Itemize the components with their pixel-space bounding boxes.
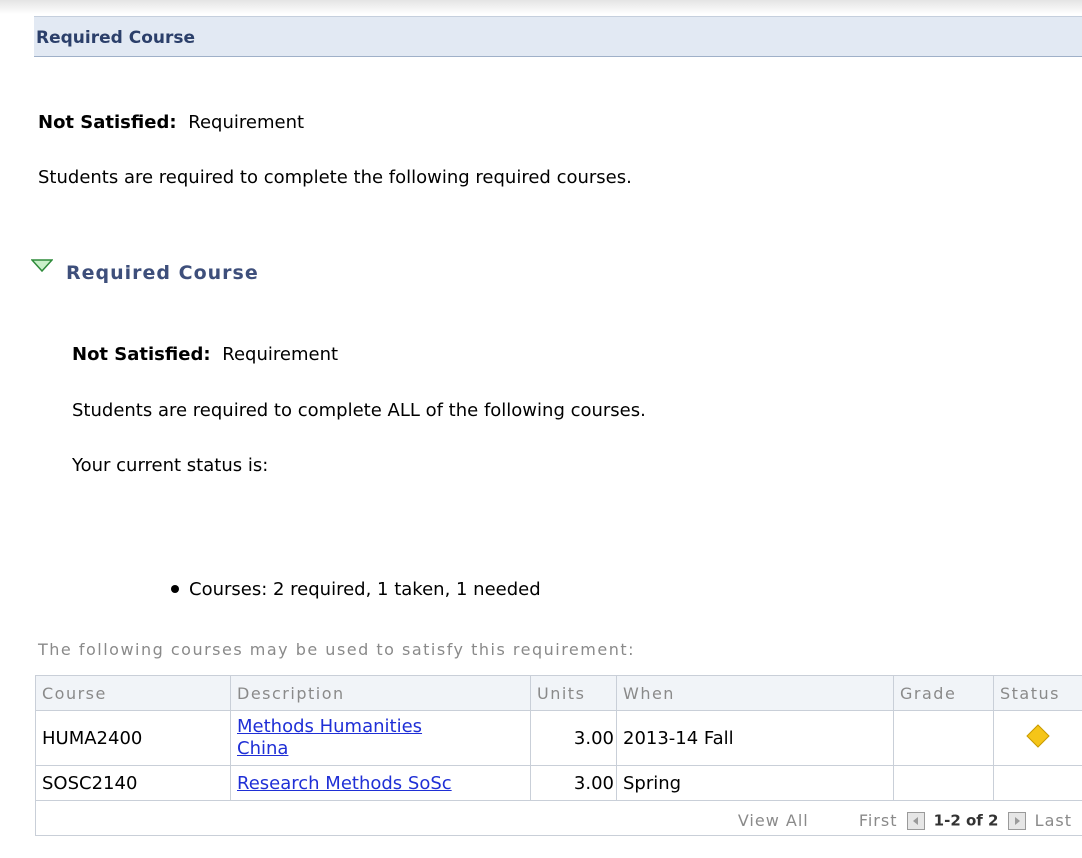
course-description-link-line2[interactable]: China (237, 738, 288, 759)
course-units: 3.00 (530, 765, 617, 801)
bullet-icon (171, 585, 179, 593)
course-description-link[interactable]: Research Methods SoSc (237, 773, 452, 794)
view-all-link[interactable]: View All (738, 811, 809, 830)
table-row: HUMA2400 Methods Humanities China 3.00 2… (35, 710, 1082, 766)
current-status-label: Your current status is: (72, 455, 269, 476)
course-description: Research Methods SoSc (230, 765, 531, 801)
requirement-description: Students are required to complete the fo… (38, 167, 632, 188)
arrow-right-icon (1014, 816, 1020, 825)
sub-status-label: Not Satisfied: (72, 344, 211, 365)
section-header: Required Course (34, 16, 1082, 57)
last-link[interactable]: Last (1035, 811, 1072, 830)
course-grade (893, 710, 994, 766)
course-when: 2013-14 Fall (616, 710, 894, 766)
first-link[interactable]: First (859, 811, 898, 830)
course-grade (893, 765, 994, 801)
course-description-link[interactable]: Methods Humanities (237, 716, 422, 737)
courses-caption: The following courses may be used to sat… (38, 640, 636, 659)
sub-requirement-description: Students are required to complete ALL of… (72, 400, 646, 421)
requirement-status: Not Satisfied: Requirement (38, 112, 304, 133)
course-description: Methods Humanities China (230, 710, 531, 766)
status-value: Requirement (188, 112, 305, 133)
column-header-grade: Grade (893, 675, 994, 711)
pager-cell: View All First 1-2 of 2 Last (35, 800, 1082, 836)
sub-requirement-status: Not Satisfied: Requirement (72, 344, 338, 365)
sub-requirement-title[interactable]: Required Course (66, 262, 259, 284)
status-label: Not Satisfied: (38, 112, 177, 133)
courses-status-summary: Courses: 2 required, 1 taken, 1 needed (189, 579, 541, 600)
course-code: HUMA2400 (35, 710, 231, 766)
column-header-when: When (616, 675, 894, 711)
table-footer-row: View All First 1-2 of 2 Last (35, 800, 1082, 836)
sub-status-value: Requirement (222, 344, 339, 365)
course-status (993, 710, 1082, 766)
next-page-button[interactable] (1007, 811, 1026, 830)
in-progress-diamond-icon (1026, 723, 1050, 748)
course-code: SOSC2140 (35, 765, 231, 801)
courses-table: Course Description Units When Grade Stat… (35, 675, 1082, 836)
pager: View All First 1-2 of 2 Last (738, 810, 1072, 830)
top-shadow (0, 0, 1082, 14)
table-header-row: Course Description Units When Grade Stat… (35, 675, 1082, 711)
column-header-course: Course (35, 675, 231, 711)
column-header-status: Status (993, 675, 1082, 711)
collapse-triangle-icon[interactable] (31, 259, 53, 273)
section-title: Required Course (36, 28, 196, 48)
prev-page-button[interactable] (906, 811, 925, 830)
course-when: Spring (616, 765, 894, 801)
column-header-units: Units (530, 675, 617, 711)
column-header-description: Description (230, 675, 531, 711)
table-row: SOSC2140 Research Methods SoSc 3.00 Spri… (35, 765, 1082, 801)
course-status (993, 765, 1082, 801)
course-units: 3.00 (530, 710, 617, 766)
arrow-left-icon (912, 816, 918, 825)
page-range: 1-2 of 2 (933, 811, 999, 830)
